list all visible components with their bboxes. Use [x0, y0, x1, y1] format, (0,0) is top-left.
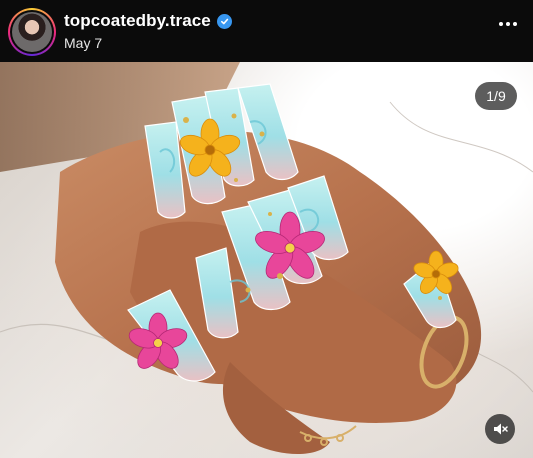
more-horizontal-icon[interactable] [499, 22, 517, 26]
post-image [0, 62, 533, 454]
profile-photo [12, 12, 52, 52]
username[interactable]: topcoatedby.trace [64, 11, 211, 31]
carousel-counter: 1/9 [475, 82, 517, 110]
avatar[interactable] [8, 8, 56, 56]
post-date: May 7 [64, 35, 103, 51]
post-header: topcoatedby.trace May 7 [0, 0, 533, 62]
post-media[interactable] [0, 62, 533, 458]
verified-badge-icon [216, 13, 232, 29]
user-block: topcoatedby.trace May 7 [64, 11, 232, 51]
speaker-muted-icon[interactable] [485, 414, 515, 444]
